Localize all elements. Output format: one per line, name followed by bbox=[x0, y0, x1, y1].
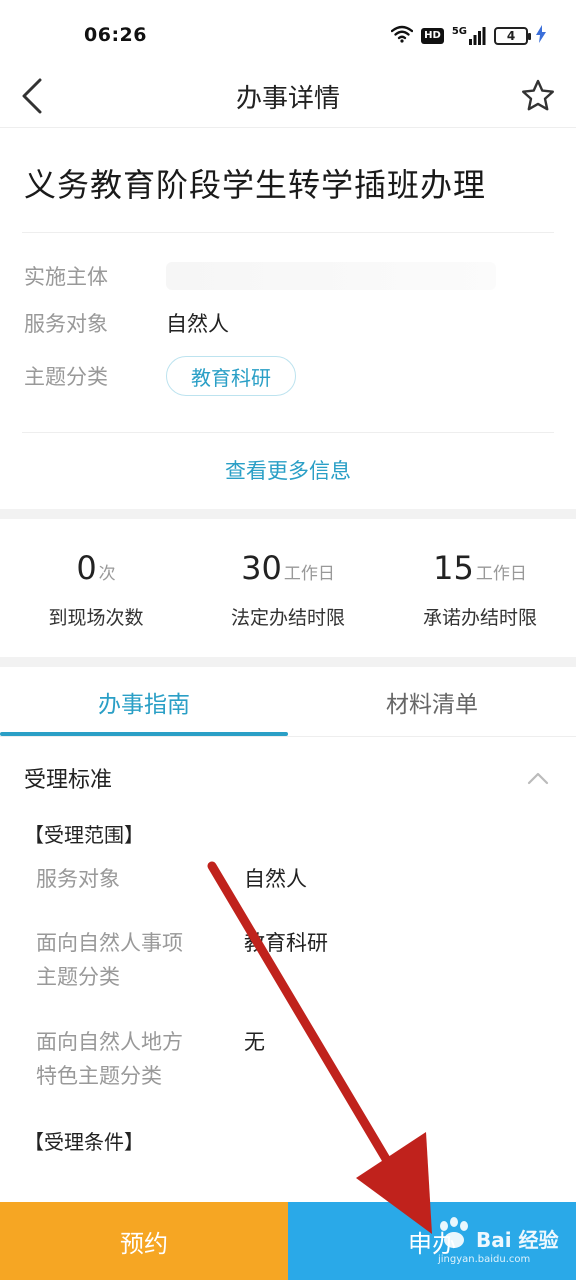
chevron-up-icon bbox=[527, 772, 549, 785]
info-label: 服务对象 bbox=[24, 312, 108, 336]
detail-row: 面向自然人事项 主题分类 教育科研 bbox=[36, 926, 552, 994]
favorite-button[interactable] bbox=[514, 72, 562, 120]
page-title: 办事详情 bbox=[235, 84, 340, 114]
condition-heading: 【受理条件】 bbox=[24, 1130, 144, 1154]
status-icons: HD 5G 4 bbox=[390, 24, 546, 48]
nav-bar: 办事详情 bbox=[0, 64, 576, 128]
service-title: 义务教育阶段学生转学插班办理 bbox=[24, 166, 487, 204]
stat-legal-limit: 30 工作日 法定办结时限 bbox=[192, 519, 384, 657]
tab-materials[interactable]: 材料清单 bbox=[288, 667, 576, 736]
stat-value: 15 bbox=[433, 549, 474, 587]
detail-label: 面向自然人地方 特色主题分类 bbox=[36, 1030, 183, 1088]
detail-label: 面向自然人事项 主题分类 bbox=[36, 931, 183, 989]
info-row-service-target: 服务对象 自然人 bbox=[24, 303, 552, 343]
scope-heading: 【受理范围】 bbox=[24, 823, 144, 847]
apply-button[interactable]: 申办 bbox=[288, 1202, 576, 1280]
info-row-implementer: 实施主体 bbox=[24, 256, 552, 296]
stat-unit: 次 bbox=[98, 564, 116, 584]
detail-value: 无 bbox=[244, 1030, 265, 1054]
stat-value: 30 bbox=[241, 549, 282, 587]
battery-level: 4 bbox=[506, 29, 516, 43]
tab-bar: 办事指南 材料清单 bbox=[0, 667, 576, 737]
divider bbox=[22, 432, 554, 433]
stat-value: 0 bbox=[76, 549, 97, 587]
info-label: 实施主体 bbox=[24, 265, 108, 289]
collapse-button[interactable] bbox=[518, 760, 558, 796]
stat-visits: 0 次 到现场次数 bbox=[0, 519, 192, 657]
wifi-icon bbox=[390, 25, 414, 47]
hd-badge: HD bbox=[421, 28, 444, 44]
section-gap bbox=[0, 657, 576, 667]
network-type: 5G bbox=[451, 26, 467, 37]
status-time: 06:26 bbox=[84, 24, 147, 46]
bottom-action-bar: 预约 申办 bbox=[0, 1202, 576, 1280]
stat-unit: 工作日 bbox=[475, 564, 527, 584]
info-value: 自然人 bbox=[166, 312, 229, 336]
reserve-button[interactable]: 预约 bbox=[0, 1202, 288, 1280]
detail-label: 服务对象 bbox=[36, 867, 120, 891]
info-label: 主题分类 bbox=[24, 365, 108, 389]
divider bbox=[22, 232, 554, 233]
section-gap bbox=[0, 509, 576, 519]
detail-row: 服务对象 自然人 bbox=[36, 862, 552, 896]
star-outline-icon bbox=[522, 79, 554, 111]
detail-value: 教育科研 bbox=[244, 931, 328, 955]
implementer-value-redacted bbox=[166, 262, 496, 290]
stat-promised-limit: 15 工作日 承诺办结时限 bbox=[384, 519, 576, 657]
stat-label: 法定办结时限 bbox=[230, 607, 345, 629]
info-row-topic: 主题分类 教育科研 bbox=[24, 356, 552, 396]
signal-icon: 5G bbox=[452, 27, 486, 45]
status-bar: 06:26 HD 5G 4 bbox=[0, 0, 576, 64]
tab-guide[interactable]: 办事指南 bbox=[0, 667, 288, 736]
topic-tag[interactable]: 教育科研 bbox=[166, 356, 296, 396]
battery-indicator: 4 bbox=[494, 27, 531, 45]
detail-value: 自然人 bbox=[244, 867, 307, 891]
stat-label: 到现场次数 bbox=[48, 607, 144, 629]
detail-row: 面向自然人地方 特色主题分类 无 bbox=[36, 1025, 552, 1093]
section-title: 受理标准 bbox=[24, 768, 113, 793]
stat-label: 承诺办结时限 bbox=[422, 607, 537, 629]
stat-unit: 工作日 bbox=[283, 564, 335, 584]
charging-icon bbox=[536, 25, 546, 47]
stats-panel: 0 次 到现场次数 30 工作日 法定办结时限 15 工作日 承诺办结时限 bbox=[0, 519, 576, 657]
more-info-link[interactable]: 查看更多信息 bbox=[0, 455, 576, 485]
